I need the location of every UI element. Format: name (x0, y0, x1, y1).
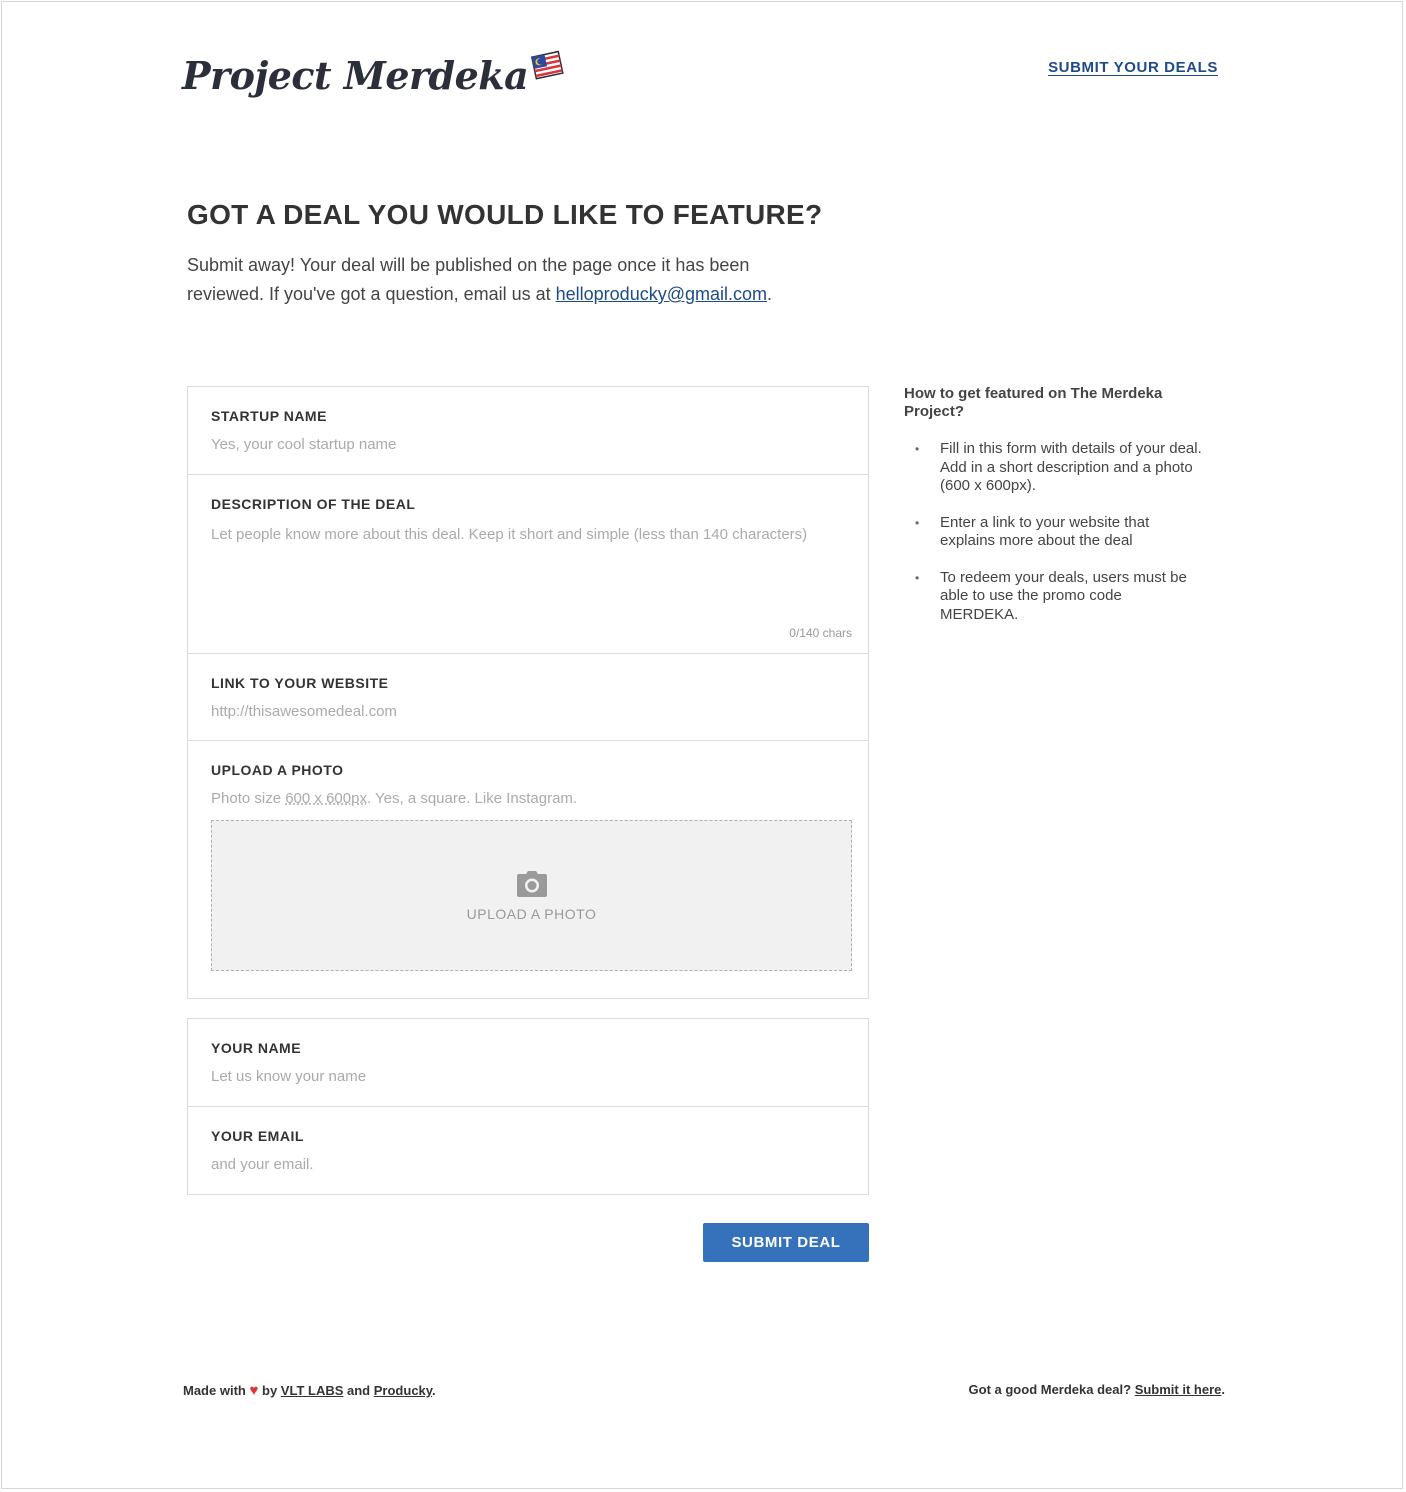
sidebar-item: Fill in this form with details of your d… (904, 440, 1204, 496)
vlt-labs-link[interactable]: VLT LABS (281, 1383, 344, 1398)
website-link-field[interactable]: LINK TO YOUR WEBSITE http://thisawesomed… (188, 654, 868, 741)
website-link-input[interactable]: http://thisawesomedeal.com (211, 703, 844, 720)
heart-icon: ♥ (249, 1382, 259, 1399)
footer-cta-text: Got a good Merdeka deal? (968, 1382, 1132, 1397)
your-name-field[interactable]: YOUR NAME Let us know your name (188, 1019, 868, 1107)
contact-email-link[interactable]: helloproducky@gmail.com (556, 284, 767, 304)
description-period: . (767, 284, 773, 304)
sidebar-list: Fill in this form with details of your d… (904, 440, 1204, 624)
deal-form-card: STARTUP NAME Yes, your cool startup name… (187, 386, 869, 999)
photo-hint-suffix: . Yes, a square. Like Instagram. (366, 790, 578, 807)
dropzone-label: UPLOAD A PHOTO (466, 905, 597, 922)
footer-by: by (262, 1383, 278, 1398)
logo[interactable]: Project Merdeka (182, 48, 566, 98)
footer-made-with: Made with (183, 1383, 246, 1398)
sidebar-help: How to get featured on The Merdeka Proje… (904, 385, 1204, 642)
startup-name-input[interactable]: Yes, your cool startup name (211, 436, 844, 453)
flag-icon (531, 50, 564, 80)
submit-it-here-link[interactable]: Submit it here (1135, 1382, 1222, 1397)
footer-period: . (432, 1383, 436, 1398)
photo-hint-size: 600 x 600px (285, 790, 367, 807)
your-email-label: YOUR EMAIL (211, 1128, 304, 1144)
photo-dropzone[interactable]: UPLOAD A PHOTO (211, 820, 852, 971)
char-counter: 0/140 chars (789, 626, 852, 640)
footer-cta-period: . (1221, 1382, 1225, 1397)
submit-deal-button[interactable]: SUBMIT DEAL (703, 1223, 869, 1262)
contact-form-card: YOUR NAME Let us know your name YOUR EMA… (187, 1018, 869, 1195)
your-name-input[interactable]: Let us know your name (211, 1068, 844, 1085)
page-description: Submit away! Your deal will be published… (187, 251, 827, 309)
your-email-input[interactable]: and your email. (211, 1156, 844, 1173)
logo-text: Project Merdeka (182, 53, 529, 98)
submit-your-deals-link[interactable]: SUBMIT YOUR DEALS (1048, 59, 1218, 76)
footer-credits: Made with ♥ by VLT LABS and Producky. (183, 1382, 436, 1399)
deal-description-label: DESCRIPTION OF THE DEAL (211, 496, 416, 512)
startup-name-label: STARTUP NAME (211, 408, 327, 424)
your-name-label: YOUR NAME (211, 1040, 302, 1056)
footer-and: and (347, 1383, 371, 1398)
photo-upload-field: UPLOAD A PHOTO Photo size 600 x 600px. Y… (188, 741, 868, 998)
deal-description-textarea[interactable]: Let people know more about this deal. Ke… (211, 524, 844, 546)
photo-hint-prefix: Photo size (211, 790, 286, 807)
photo-size-hint: Photo size 600 x 600px. Yes, a square. L… (211, 790, 844, 807)
producky-link[interactable]: Producky (374, 1383, 432, 1398)
sidebar-item: To redeem your deals, users must be able… (904, 569, 1204, 625)
sidebar-title: How to get featured on The Merdeka Proje… (904, 385, 1163, 420)
footer-cta: Got a good Merdeka deal? Submit it here. (969, 1382, 1225, 1397)
website-link-label: LINK TO YOUR WEBSITE (211, 675, 389, 691)
camera-icon (516, 870, 547, 897)
page-title: GOT A DEAL YOU WOULD LIKE TO FEATURE? (187, 199, 823, 230)
photo-upload-label: UPLOAD A PHOTO (211, 762, 344, 778)
deal-description-field[interactable]: DESCRIPTION OF THE DEAL Let people know … (188, 475, 868, 654)
sidebar-item: Enter a link to your website that explai… (904, 514, 1204, 551)
startup-name-field[interactable]: STARTUP NAME Yes, your cool startup name (188, 387, 868, 475)
your-email-field[interactable]: YOUR EMAIL and your email. (188, 1107, 868, 1194)
